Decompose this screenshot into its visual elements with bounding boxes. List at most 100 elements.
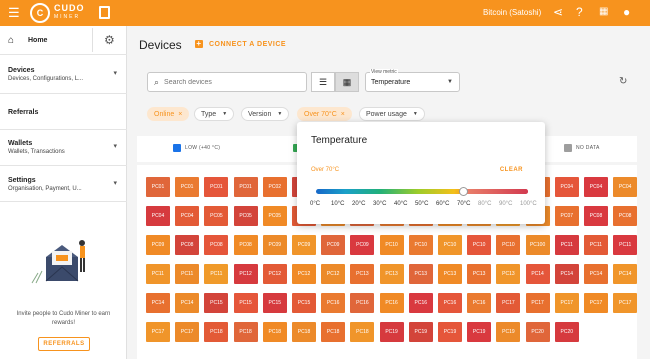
share-icon[interactable]: ⋖	[553, 5, 563, 19]
view-metric-select[interactable]: View metric Temperature ▼	[365, 69, 460, 92]
device-tile[interactable]: PC09	[350, 235, 375, 255]
device-tile[interactable]: PC16	[379, 293, 404, 313]
device-tile[interactable]: PC10	[379, 235, 404, 255]
device-tile[interactable]: PC10	[496, 235, 521, 255]
device-tile[interactable]: PC11	[613, 235, 638, 255]
gear-icon[interactable]: ⚙	[104, 33, 115, 47]
device-tile[interactable]: PC16	[438, 293, 462, 313]
sidebar-item-home[interactable]: ⌂ Home ⚙	[0, 26, 127, 55]
connect-device-button[interactable]: + CONNECT A DEVICE	[195, 40, 286, 48]
device-tile[interactable]: PC11	[175, 264, 200, 284]
device-tile[interactable]: PC09	[292, 235, 316, 255]
device-tile[interactable]: PC16	[408, 293, 433, 313]
device-tile[interactable]: PC04	[613, 177, 638, 197]
device-tile[interactable]: PC09	[321, 235, 346, 255]
device-tile[interactable]: PC19	[496, 322, 521, 342]
device-tile[interactable]: PC100	[525, 235, 550, 255]
filter-chip-power-usage[interactable]: Power usage ▼	[359, 107, 425, 121]
referrals-button[interactable]: REFERRALS	[38, 337, 90, 351]
device-tile[interactable]: PC04	[584, 177, 608, 197]
device-tile[interactable]: PC13	[350, 264, 375, 284]
list-view-button[interactable]: ☰	[311, 72, 335, 92]
device-tile[interactable]: PC12	[262, 264, 287, 284]
device-tile[interactable]: PC17	[175, 322, 200, 342]
device-tile[interactable]: PC04	[175, 206, 200, 226]
device-tile[interactable]: PC19	[379, 322, 404, 342]
close-icon[interactable]: ×	[178, 111, 182, 118]
device-tile[interactable]: PC19	[438, 322, 462, 342]
device-tile[interactable]: PC14	[175, 293, 200, 313]
device-tile[interactable]: PC01	[233, 177, 258, 197]
device-tile[interactable]: PC12	[233, 264, 258, 284]
device-tile[interactable]: PC08	[613, 206, 638, 226]
device-tile[interactable]: PC18	[262, 322, 287, 342]
device-tile[interactable]: PC17	[584, 293, 608, 313]
device-tile[interactable]: PC10	[408, 235, 433, 255]
search-input[interactable]	[164, 78, 295, 86]
device-tile[interactable]: PC19	[467, 322, 492, 342]
device-tile[interactable]: PC20	[554, 322, 579, 342]
device-tile[interactable]: PC15	[262, 293, 287, 313]
filter-chip-over-70[interactable]: Over 70°C ×	[297, 107, 352, 121]
device-tile[interactable]: PC17	[525, 293, 550, 313]
device-tile[interactable]: PC01	[204, 177, 229, 197]
device-tile[interactable]: PC18	[321, 322, 346, 342]
device-tile[interactable]: PC09	[262, 235, 287, 255]
close-icon[interactable]: ×	[341, 111, 345, 118]
device-tile[interactable]: PC12	[321, 264, 346, 284]
filter-chip-version[interactable]: Version ▼	[241, 107, 290, 121]
device-tile[interactable]: PC02	[262, 177, 287, 197]
device-tile[interactable]: PC13	[496, 264, 521, 284]
device-tile[interactable]: PC13	[467, 264, 492, 284]
device-tile[interactable]: PC05	[204, 206, 229, 226]
device-tile[interactable]: PC19	[408, 322, 433, 342]
device-tile[interactable]: PC11	[146, 264, 170, 284]
sidebar-item-devices[interactable]: Devices Devices, Configurations, L... ▾	[0, 55, 127, 94]
device-tile[interactable]: PC14	[613, 264, 638, 284]
cudo-miner-logo[interactable]: C CUDO MINER	[30, 3, 85, 23]
currency-selector[interactable]: Bitcoin (Satoshi)	[483, 8, 541, 17]
device-tile[interactable]: PC17	[496, 293, 521, 313]
uk-flag-icon[interactable]: ▦	[599, 5, 608, 19]
device-tile[interactable]: PC10	[438, 235, 462, 255]
device-tile[interactable]: PC16	[350, 293, 375, 313]
device-tile[interactable]: PC04	[554, 177, 579, 197]
device-tile[interactable]: PC05	[262, 206, 287, 226]
device-tile[interactable]: PC08	[233, 235, 258, 255]
help-icon[interactable]: ?	[576, 5, 583, 19]
device-tile[interactable]: PC01	[175, 177, 200, 197]
grid-view-button[interactable]: ▦	[335, 72, 359, 92]
device-tile[interactable]: PC13	[379, 264, 404, 284]
device-tile[interactable]: PC11	[584, 235, 608, 255]
device-tile[interactable]: PC12	[292, 264, 316, 284]
refresh-icon[interactable]: ↻	[619, 76, 627, 87]
docs-book-icon[interactable]	[99, 6, 110, 19]
sidebar-item-referrals[interactable]: Referrals	[0, 94, 127, 130]
sidebar-item-wallets[interactable]: Wallets Wallets, Transactions ▾	[0, 130, 127, 166]
device-tile[interactable]: PC18	[350, 322, 375, 342]
filter-chip-online[interactable]: Online ×	[147, 107, 190, 121]
filter-chip-type[interactable]: Type ▼	[194, 107, 235, 121]
device-tile[interactable]: PC16	[321, 293, 346, 313]
device-tile[interactable]: PC01	[146, 177, 170, 197]
device-tile[interactable]: PC14	[525, 264, 550, 284]
device-tile[interactable]: PC08	[584, 206, 608, 226]
device-tile[interactable]: PC14	[554, 264, 579, 284]
device-tile[interactable]: PC14	[146, 293, 170, 313]
hamburger-menu-icon[interactable]: ☰	[8, 5, 20, 21]
device-tile[interactable]: PC10	[467, 235, 492, 255]
device-tile[interactable]: PC05	[233, 206, 258, 226]
device-tile[interactable]: PC11	[204, 264, 229, 284]
device-tile[interactable]: PC14	[584, 264, 608, 284]
slider-handle[interactable]	[459, 187, 468, 196]
device-tile[interactable]: PC13	[408, 264, 433, 284]
clear-button[interactable]: CLEAR	[500, 167, 523, 173]
sidebar-item-settings[interactable]: Settings Organisation, Payment, U... ▾	[0, 166, 127, 202]
device-tile[interactable]: PC17	[554, 293, 579, 313]
account-icon[interactable]: ●	[623, 5, 630, 19]
device-tile[interactable]: PC16	[467, 293, 492, 313]
device-tile[interactable]: PC11	[554, 235, 579, 255]
device-tile[interactable]: PC13	[438, 264, 462, 284]
device-tile[interactable]: PC17	[146, 322, 170, 342]
device-tile[interactable]: PC04	[146, 206, 170, 226]
